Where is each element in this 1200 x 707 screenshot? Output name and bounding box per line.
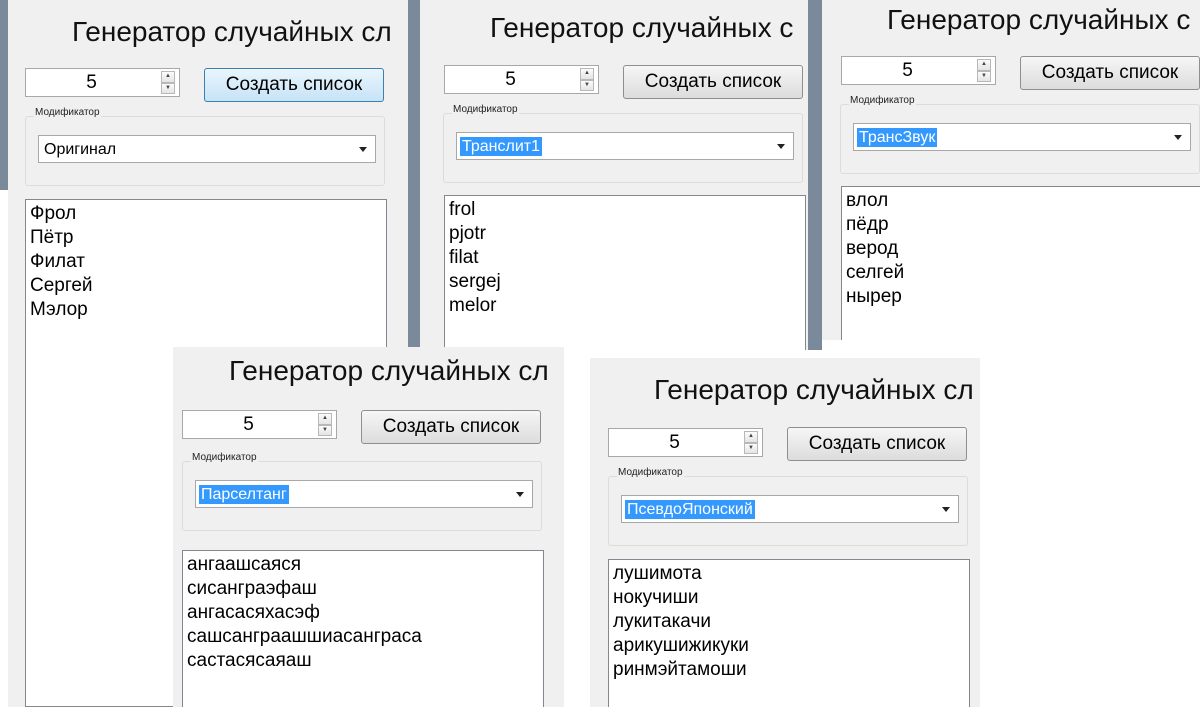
modifier-selected: ТрансЗвук — [857, 128, 938, 147]
modifier-group: Модификатор ПсевдоЯпонский — [608, 467, 968, 546]
stepper-up-arrow-icon[interactable]: ▲ — [318, 413, 332, 425]
modifier-selected: Оригинал — [44, 141, 117, 158]
list-item: верод — [846, 238, 899, 259]
create-list-button[interactable]: Создать список — [623, 65, 803, 99]
list-item: ангасасяхасэф — [187, 602, 320, 623]
generator-window-pseudo-japanese: Генератор случайных сл 5 ▲ ▼ Создать спис… — [590, 358, 980, 707]
list-item: Пётр — [30, 227, 74, 248]
count-value: 5 — [243, 413, 254, 435]
list-item: Фрол — [30, 203, 77, 224]
window-title: Генератор случайных сл — [654, 374, 974, 405]
stepper-up-arrow-icon[interactable]: ▲ — [580, 68, 594, 80]
stepper-down-arrow-icon[interactable]: ▼ — [318, 424, 332, 436]
stepper-up-arrow-icon[interactable]: ▲ — [744, 431, 758, 443]
list-item: селгей — [846, 262, 905, 283]
modifier-combobox[interactable]: Оригинал — [38, 135, 376, 163]
list-item: Филат — [30, 251, 85, 272]
list-item: сисанграэфаш — [187, 578, 317, 599]
list-item: sergej — [449, 271, 501, 292]
list-item: ангаашсаяся — [187, 554, 302, 575]
list-item: melor — [449, 295, 497, 316]
modifier-group: Модификатор ТрансЗвук — [840, 95, 1200, 174]
generator-window-parseltongue: Генератор случайных сл 5 ▲ ▼ Создать спис… — [173, 347, 564, 707]
count-stepper[interactable]: 5 ▲ ▼ — [608, 428, 763, 457]
names-list[interactable]: лушимота нокучиши лукитакачи арикушижику… — [608, 559, 970, 707]
window-title: Генератор случайных сл — [72, 16, 392, 47]
count-value: 5 — [902, 59, 913, 81]
modifier-caption: Модификатор — [34, 107, 101, 118]
count-stepper[interactable]: 5 ▲ ▼ — [182, 410, 337, 439]
desktop-strip — [808, 0, 822, 350]
modifier-caption: Модификатор — [452, 104, 519, 115]
names-list[interactable]: frol pjotr filat sergej melor — [444, 195, 806, 350]
modifier-selected: Транслит1 — [460, 137, 543, 156]
list-item: pjotr — [449, 223, 486, 244]
names-list[interactable]: влол пёдр верод селгей нырер — [841, 186, 1200, 340]
modifier-caption: Модификатор — [849, 95, 916, 106]
stepper-up-arrow-icon[interactable]: ▲ — [977, 59, 991, 71]
list-item: Мэлор — [30, 299, 88, 320]
count-value: 5 — [669, 431, 680, 453]
modifier-selected: ПсевдоЯпонский — [625, 500, 755, 519]
stepper-down-arrow-icon[interactable]: ▼ — [977, 70, 991, 82]
modifier-combobox[interactable]: Парселтанг — [195, 480, 533, 508]
create-list-button[interactable]: Создать список — [204, 68, 384, 102]
modifier-caption: Модификатор — [617, 467, 684, 478]
count-value: 5 — [505, 68, 516, 90]
count-stepper[interactable]: 5 ▲ ▼ — [444, 65, 599, 94]
window-title: Генератор случайных с — [887, 4, 1191, 35]
list-item: састасясаяаш — [187, 650, 312, 671]
list-item: frol — [449, 199, 476, 220]
create-list-button[interactable]: Создать список — [361, 410, 541, 444]
dropdown-arrow-icon[interactable] — [359, 147, 367, 152]
modifier-combobox[interactable]: Транслит1 — [456, 132, 794, 160]
stepper-down-arrow-icon[interactable]: ▼ — [161, 82, 175, 94]
modifier-caption: Модификатор — [191, 452, 258, 463]
dropdown-arrow-icon[interactable] — [942, 507, 950, 512]
dropdown-arrow-icon[interactable] — [777, 144, 785, 149]
window-title: Генератор случайных с — [490, 12, 794, 43]
list-item: лушимота — [613, 563, 702, 584]
create-list-button[interactable]: Создать список — [787, 427, 967, 461]
modifier-selected: Парселтанг — [199, 485, 289, 504]
modifier-group: Модификатор Парселтанг — [182, 452, 542, 531]
list-item: нырер — [846, 286, 902, 307]
names-list[interactable]: ангаашсаяся сисанграэфаш ангасасяхасэф с… — [182, 550, 544, 707]
list-item: арикушижикуки — [613, 635, 749, 656]
modifier-group: Модификатор Транслит1 — [443, 104, 803, 183]
stepper-up-arrow-icon[interactable]: ▲ — [161, 71, 175, 83]
modifier-combobox[interactable]: ТрансЗвук — [853, 123, 1191, 151]
list-item: filat — [449, 247, 479, 268]
generator-window-transzvuk: Генератор случайных с 5 ▲ ▼ Создать списо… — [822, 0, 1200, 340]
list-item: лукитакачи — [613, 611, 711, 632]
list-item: влол — [846, 190, 889, 211]
window-title: Генератор случайных сл — [229, 355, 549, 386]
modifier-group: Модификатор Оригинал — [25, 107, 385, 186]
modifier-combobox[interactable]: ПсевдоЯпонский — [621, 495, 959, 523]
count-stepper[interactable]: 5 ▲ ▼ — [25, 68, 180, 97]
list-item: ринмэйтамоши — [613, 659, 747, 680]
desktop-strip — [408, 0, 420, 350]
count-stepper[interactable]: 5 ▲ ▼ — [841, 56, 996, 85]
create-list-button[interactable]: Создать список — [1020, 56, 1200, 90]
count-value: 5 — [86, 71, 97, 93]
generator-window-translit: Генератор случайных с 5 ▲ ▼ Создать списо… — [420, 0, 808, 350]
stepper-down-arrow-icon[interactable]: ▼ — [744, 442, 758, 454]
desktop-strip — [0, 0, 8, 190]
dropdown-arrow-icon[interactable] — [516, 492, 524, 497]
stepper-down-arrow-icon[interactable]: ▼ — [580, 79, 594, 91]
list-item: Сергей — [30, 275, 93, 296]
list-item: нокучиши — [613, 587, 699, 608]
list-item: пёдр — [846, 214, 889, 235]
list-item: сашсанграашшиасанграса — [187, 626, 422, 647]
dropdown-arrow-icon[interactable] — [1174, 135, 1182, 140]
